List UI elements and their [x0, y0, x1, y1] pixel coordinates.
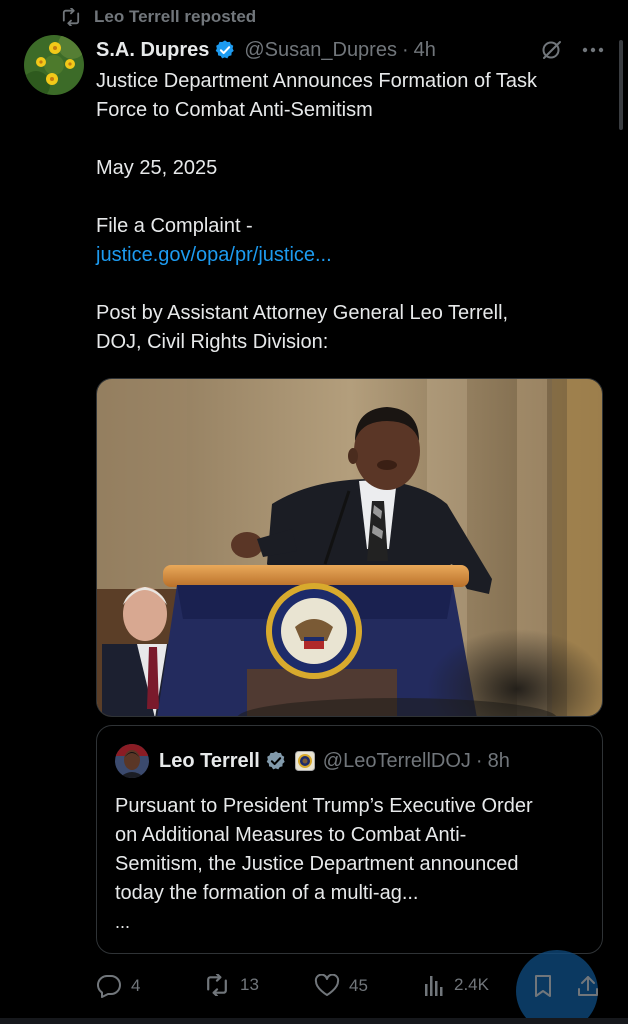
repost-icon — [62, 8, 80, 26]
quoted-author-handle[interactable]: @LeoTerrellDOJ — [323, 750, 471, 773]
post-text-line: Force to Combat Anti-Semitism — [96, 99, 373, 121]
post-header: S.A. Dupres @Susan_Dupres · 4h — [96, 36, 604, 64]
quoted-text-line: on Additional Measures to Combat Anti- — [115, 824, 467, 846]
quoted-author-name[interactable]: Leo Terrell — [159, 750, 260, 773]
government-affiliation-icon[interactable] — [294, 751, 315, 771]
post-text-line: File a Complaint - — [96, 215, 253, 237]
post-text-line: Post by Assistant Attorney General Leo T… — [96, 302, 509, 324]
post-timestamp[interactable]: 4h — [414, 39, 436, 62]
bookmark-button[interactable] — [533, 974, 553, 998]
share-icon — [578, 976, 598, 996]
more-options-icon[interactable] — [582, 47, 604, 53]
post-text-line — [96, 270, 606, 299]
repost-label: Leo Terrell reposted — [94, 7, 257, 26]
bookmark-icon — [535, 975, 551, 997]
post-text-line — [96, 125, 606, 154]
post-text-line: Justice Department Announces Formation o… — [96, 70, 537, 92]
reply-count: 4 — [131, 976, 141, 995]
repost-count: 13 — [240, 975, 259, 994]
quoted-post-timestamp[interactable]: 8h — [488, 750, 510, 773]
post-text-line: May 25, 2025 — [96, 157, 218, 179]
view-count: 2.4K — [454, 975, 489, 994]
separator: · — [401, 38, 409, 61]
like-count: 45 — [349, 976, 368, 995]
views-button[interactable]: 2.4K — [423, 974, 489, 996]
complaint-link[interactable]: justice.gov/opa/pr/justice... — [96, 241, 606, 270]
verified-badge-icon[interactable] — [265, 750, 287, 772]
grok-icon[interactable] — [540, 38, 564, 62]
author-name[interactable]: S.A. Dupres — [96, 39, 209, 62]
quoted-post-text: Pursuant to President Trump’s Executive … — [115, 792, 595, 908]
header-icons — [540, 38, 628, 62]
quoted-text-line: today the formation of a multi-ag... — [115, 882, 419, 904]
quoted-text-line: Semitism, the Justice Department announc… — [115, 853, 519, 875]
post-photo[interactable] — [96, 378, 603, 717]
quoted-post-header: Leo Terrell @LeoTerrellDOJ · 8h — [115, 744, 510, 778]
post-text: Justice Department Announces Formation o… — [96, 67, 606, 357]
verified-badge-icon[interactable] — [214, 39, 236, 61]
separator: · — [475, 749, 483, 772]
quoted-text-line: Pursuant to President Trump’s Executive … — [115, 795, 533, 817]
action-bar: 4 13 45 2.4K — [96, 972, 606, 1004]
reply-icon — [96, 974, 121, 998]
quoted-text-more: ... — [115, 912, 131, 932]
post-text-line — [96, 183, 606, 212]
author-avatar[interactable] — [24, 35, 84, 95]
heart-icon — [314, 974, 340, 996]
repost-indicator[interactable]: Leo Terrell reposted — [60, 6, 256, 28]
bottom-divider — [0, 1018, 628, 1024]
quoted-post[interactable]: Leo Terrell @LeoTerrellDOJ · 8h Pursuant… — [96, 725, 603, 954]
like-button[interactable]: 45 — [314, 974, 368, 998]
views-icon — [425, 976, 443, 996]
repost-button[interactable]: 13 — [203, 974, 259, 996]
repost-icon — [207, 974, 227, 996]
post-text-line: DOJ, Civil Rights Division: — [96, 331, 329, 353]
reply-button[interactable]: 4 — [96, 974, 140, 998]
author-handle[interactable]: @Susan_Dupres — [244, 39, 397, 62]
quoted-author-avatar[interactable] — [115, 744, 149, 778]
share-button[interactable] — [577, 974, 599, 998]
